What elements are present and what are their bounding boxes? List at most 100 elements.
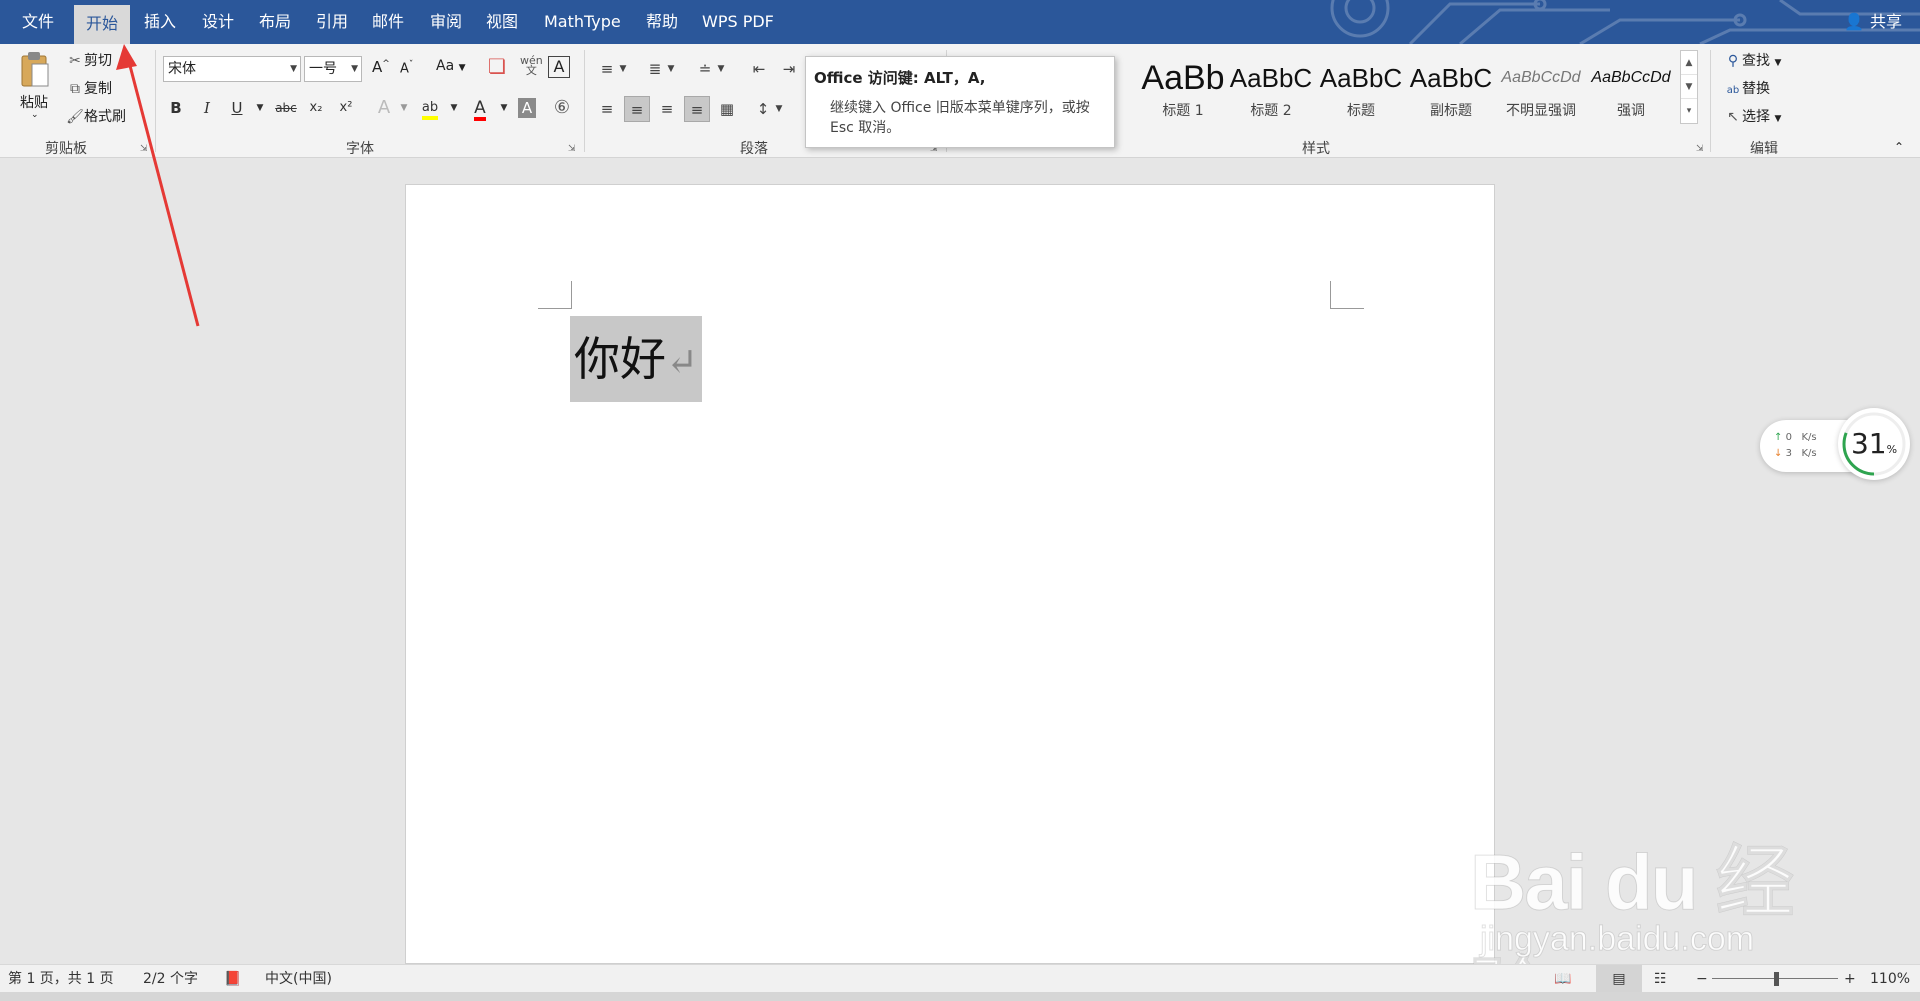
chevron-down-icon[interactable]: ▼	[442, 96, 466, 120]
paste-button[interactable]	[18, 50, 52, 90]
upload-rate: 0	[1785, 432, 1792, 443]
subscript-button[interactable]: x₂	[304, 96, 328, 120]
phonetic-guide-icon[interactable]: wén 文	[520, 55, 543, 76]
proofing-icon[interactable]: 📕	[224, 965, 241, 993]
style-subtitle[interactable]: AaBbC 副标题	[1406, 56, 1496, 134]
font-group-label: 字体	[346, 141, 374, 157]
style-sample: AaBbCcDd	[1501, 69, 1581, 86]
tab-mathtype[interactable]: MathType	[532, 0, 633, 44]
style-heading-2[interactable]: AaBbC 标题 2	[1226, 56, 1316, 134]
share-button[interactable]: 👤 共享	[1844, 0, 1902, 44]
cut-button[interactable]: ✂ 剪切	[66, 50, 112, 70]
copy-icon: ⧉	[70, 81, 80, 97]
underline-dropdown-icon[interactable]: ▼	[248, 96, 272, 120]
gallery-down-icon[interactable]: ▼	[1681, 75, 1697, 99]
font-name-combobox[interactable]: 宋体 ▼	[163, 56, 301, 82]
tab-file[interactable]: 文件	[10, 0, 66, 44]
tab-view[interactable]: 视图	[474, 0, 530, 44]
style-title[interactable]: AaBbC 标题	[1316, 56, 1406, 134]
align-center-icon[interactable]: ≡	[624, 96, 650, 122]
align-right-icon[interactable]: ≡	[654, 96, 680, 122]
tab-design[interactable]: 设计	[190, 0, 246, 44]
chevron-down-icon[interactable]: ▼	[492, 96, 516, 120]
document-page[interactable]: 你好↵	[405, 184, 1495, 964]
chevron-down-icon[interactable]: ▼	[664, 56, 678, 82]
clear-formatting-icon[interactable]: ❏	[488, 54, 506, 78]
tab-review[interactable]: 审阅	[418, 0, 474, 44]
character-shading-icon[interactable]: A	[518, 98, 536, 118]
baidu-watermark: Bai du 经验 jingyan.baidu.com	[1470, 800, 1830, 1001]
chevron-down-icon: ▼	[290, 64, 297, 74]
paste-dropdown-icon[interactable]: ⌄	[31, 110, 39, 120]
chevron-down-icon: ▼	[458, 63, 466, 73]
tab-layout[interactable]: 布局	[247, 0, 303, 44]
keytip-tooltip: Office 访问键: ALT，A, 继续键入 Office 旧版本菜单键序列，…	[805, 56, 1115, 148]
chevron-down-icon[interactable]: ▼	[772, 96, 786, 122]
change-case-button[interactable]: Aa ▼	[436, 58, 466, 74]
style-name: 标题 2	[1250, 103, 1292, 119]
decrease-indent-icon[interactable]: ⇤	[746, 56, 772, 82]
italic-button[interactable]: I	[195, 96, 219, 120]
select-label: 选择	[1742, 109, 1770, 125]
find-button[interactable]: ⚲ 查找 ▼	[1724, 50, 1782, 70]
character-border-icon[interactable]: A	[548, 56, 570, 78]
tab-mailings[interactable]: 邮件	[360, 0, 416, 44]
strikethrough-button[interactable]: abc	[274, 96, 298, 120]
tab-references[interactable]: 引用	[304, 0, 360, 44]
paste-label[interactable]: 粘贴	[20, 92, 48, 112]
shrink-font-button[interactable]: Aˇ	[400, 60, 413, 76]
style-emphasis[interactable]: AaBbCcDd 强调	[1586, 56, 1676, 134]
language-indicator[interactable]: 中文(中国)	[265, 965, 332, 993]
zoom-in-button[interactable]: +	[1844, 965, 1856, 993]
tab-help[interactable]: 帮助	[634, 0, 690, 44]
gallery-up-icon[interactable]: ▲	[1681, 51, 1697, 75]
upload-unit: K/s	[1801, 432, 1817, 443]
justify-icon[interactable]: ≡	[684, 96, 710, 122]
network-speed-widget[interactable]: ↑ 0 K/s ↓ 3 K/s 31%	[1760, 408, 1910, 480]
font-color-icon[interactable]: A	[468, 96, 492, 121]
collapse-ribbon-icon[interactable]: ⌃	[1894, 140, 1904, 154]
font-size-value: 一号	[309, 61, 337, 77]
zoom-level[interactable]: 110%	[1870, 965, 1910, 993]
styles-dialog-launcher-icon[interactable]: ⇲	[1696, 144, 1704, 154]
distributed-icon[interactable]: ▦	[714, 96, 740, 122]
styles-gallery-scroll[interactable]: ▲ ▼ ▾	[1680, 50, 1698, 124]
enclose-characters-icon[interactable]: ⑥	[550, 96, 574, 120]
copy-button[interactable]: ⧉ 复制	[66, 78, 112, 98]
chevron-down-icon[interactable]: ▼	[714, 56, 728, 82]
style-heading-1[interactable]: AaBb 标题 1	[1138, 56, 1228, 134]
increase-indent-icon[interactable]: ⇥	[776, 56, 802, 82]
print-layout-icon[interactable]: ▤	[1596, 965, 1642, 993]
select-button[interactable]: ↖ 选择 ▼	[1724, 106, 1781, 126]
highlight-color-icon[interactable]: ab	[418, 96, 442, 120]
style-subtle-emphasis[interactable]: AaBbCcDd 不明显强调	[1496, 56, 1586, 134]
replace-button[interactable]: ab 替换	[1724, 78, 1770, 98]
align-left-icon[interactable]: ≡	[594, 96, 620, 122]
superscript-button[interactable]: x²	[334, 96, 358, 120]
chevron-down-icon[interactable]: ▼	[616, 56, 630, 82]
chevron-down-icon[interactable]: ▼	[392, 96, 416, 120]
usage-ring: 31%	[1838, 408, 1910, 480]
gallery-more-icon[interactable]: ▾	[1681, 99, 1697, 123]
tab-home[interactable]: 开始	[74, 5, 131, 44]
word-count[interactable]: 2/2 个字	[143, 965, 198, 993]
font-size-combobox[interactable]: 一号 ▼	[304, 56, 362, 82]
clipboard-dialog-launcher-icon[interactable]: ⇲	[140, 144, 148, 154]
underline-button[interactable]: U	[225, 96, 249, 120]
format-painter-button[interactable]: 🖌格式刷	[66, 106, 126, 126]
font-dialog-launcher-icon[interactable]: ⇲	[568, 144, 576, 154]
read-mode-icon[interactable]: 📖	[1554, 965, 1571, 993]
tab-wps-pdf[interactable]: WPS PDF	[690, 0, 786, 44]
style-name: 标题	[1347, 103, 1375, 119]
zoom-slider-thumb[interactable]	[1774, 972, 1779, 986]
grow-font-button[interactable]: A^	[372, 58, 390, 76]
page-count[interactable]: 第 1 页，共 1 页	[8, 965, 114, 993]
web-layout-icon[interactable]: ☷	[1654, 965, 1667, 993]
taskbar-strip	[0, 992, 1920, 1001]
zoom-out-button[interactable]: −	[1696, 965, 1708, 993]
selected-text[interactable]: 你好↵	[570, 316, 702, 402]
tab-insert[interactable]: 插入	[132, 0, 188, 44]
bold-button[interactable]: B	[164, 96, 188, 120]
style-sample: AaBbC	[1409, 63, 1493, 93]
clipboard-icon	[21, 52, 49, 87]
